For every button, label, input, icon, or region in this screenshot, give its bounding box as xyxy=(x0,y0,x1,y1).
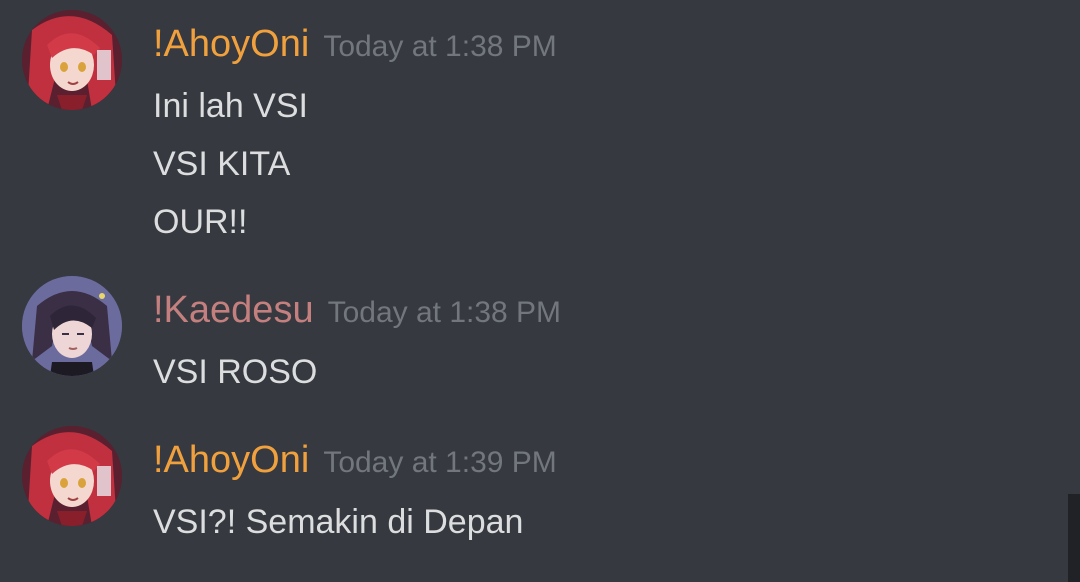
message-text: VSI?! Semakin di Depan xyxy=(153,503,524,541)
avatar[interactable] xyxy=(22,10,122,110)
red-hair-anime-avatar-icon xyxy=(22,10,122,110)
timestamp: Today at 1:38 PM xyxy=(323,30,557,63)
username[interactable]: !Kaedesu xyxy=(153,289,314,331)
chat-message-list: !AhoyOni Today at 1:38 PM Ini lah VSI VSI… xyxy=(0,0,1080,582)
message-text: OUR!! xyxy=(153,203,248,241)
message-header: !AhoyOni Today at 1:38 PM xyxy=(153,22,557,74)
message-group: !Kaedesu Today at 1:38 PM VSI ROSO xyxy=(0,266,1060,406)
message-text: Ini lah VSI xyxy=(153,87,308,125)
message-text: VSI ROSO xyxy=(153,353,318,391)
avatar[interactable] xyxy=(22,426,122,526)
message-header: !AhoyOni Today at 1:39 PM xyxy=(153,438,557,490)
timestamp: Today at 1:39 PM xyxy=(323,446,557,479)
username[interactable]: !AhoyOni xyxy=(153,23,309,65)
message-group: !AhoyOni Today at 1:39 PM VSI?! Semakin d… xyxy=(0,416,1060,566)
scrollbar[interactable] xyxy=(1068,494,1080,582)
username[interactable]: !AhoyOni xyxy=(153,439,309,481)
timestamp: Today at 1:38 PM xyxy=(327,296,562,329)
message-header: !Kaedesu Today at 1:38 PM xyxy=(153,288,561,340)
avatar[interactable] xyxy=(22,276,122,376)
red-hair-anime-avatar-icon xyxy=(22,426,122,526)
purple-hair-anime-avatar-icon xyxy=(22,276,122,376)
message-group: !AhoyOni Today at 1:38 PM Ini lah VSI VSI… xyxy=(0,0,1060,260)
message-text: VSI KITA xyxy=(153,145,291,183)
